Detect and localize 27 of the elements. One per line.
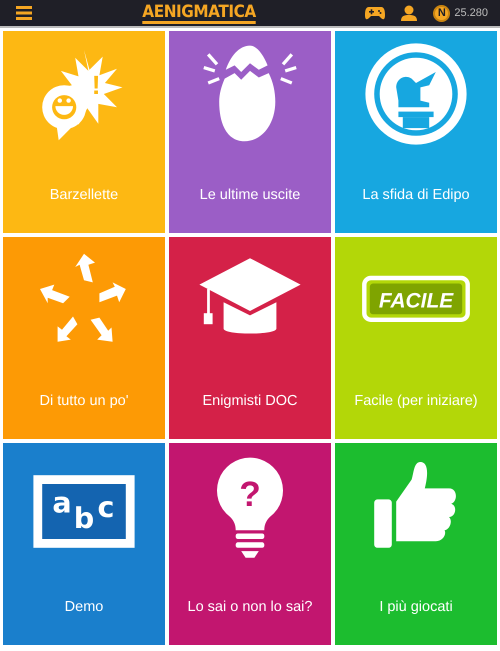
coin-count: 25.280 [454, 6, 488, 21]
exclamation-mark: ! [92, 70, 100, 100]
star-arrows-icon [40, 254, 126, 342]
coin-icon: N [433, 4, 450, 22]
category-tile[interactable]: ? Lo sai o non lo sai? [169, 443, 331, 645]
category-tile[interactable]: abc Demo [3, 443, 165, 645]
category-tile[interactable]: FACILE Facile (per iniziare) [335, 237, 497, 439]
menu-icon[interactable] [16, 6, 32, 20]
gamepad-icon[interactable] [365, 6, 386, 20]
hatching-egg-icon [202, 46, 298, 142]
category-tile[interactable]: La sfida di Edipo [335, 31, 497, 233]
category-tile[interactable]: Le ultime uscite [169, 31, 331, 233]
thumbs-up-icon [374, 462, 456, 548]
app-logo: AENIGMATICA [142, 2, 256, 24]
graduation-cap-icon [199, 258, 301, 334]
category-tile[interactable]: Enigmisti DOC [169, 237, 331, 439]
category-tile[interactable]: Di tutto un po' [3, 237, 165, 439]
blackboard-icon [33, 475, 135, 548]
user-icon[interactable] [401, 5, 418, 21]
category-tile[interactable]: I più giocati [335, 443, 497, 645]
question-mark: ? [239, 475, 261, 514]
facile-sign-text: FACILE [378, 290, 454, 313]
category-tile[interactable]: ! Barzellette [3, 31, 165, 233]
chat-burst-icon [42, 50, 122, 140]
lightbulb-icon [217, 458, 283, 558]
label-frame-icon [362, 276, 470, 322]
blackboard-text: abc [52, 486, 114, 536]
